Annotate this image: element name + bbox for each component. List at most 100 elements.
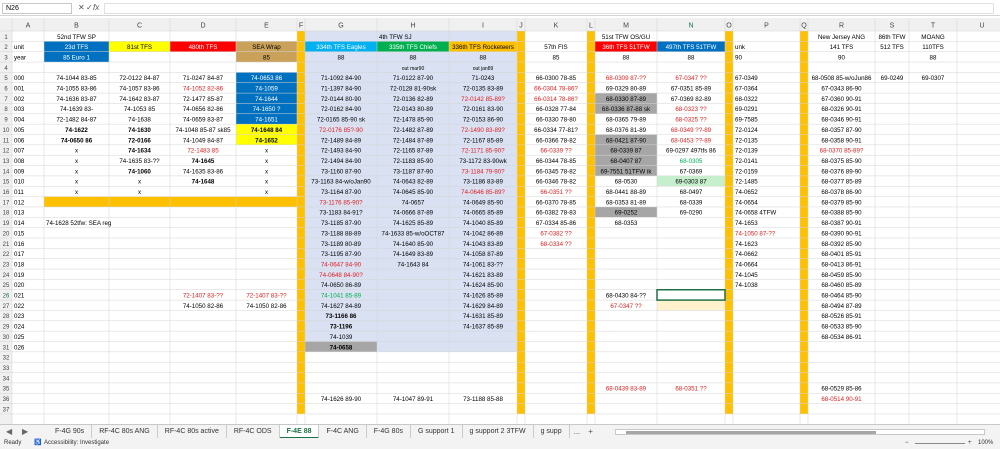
cell-I3[interactable]: 88	[480, 54, 487, 61]
cell-B1[interactable]: 52nd TFW SP	[57, 34, 96, 41]
cell-B10[interactable]: 74-1622	[65, 127, 88, 134]
cell-I27[interactable]: 74-1629 84-89	[463, 303, 504, 310]
cell-A24[interactable]: 019	[14, 272, 25, 279]
cell-A31[interactable]: 026	[14, 344, 25, 351]
cell-M8[interactable]: 68-0336 87-88 sk	[602, 106, 651, 113]
cell-A23[interactable]: 018	[14, 261, 25, 268]
cell-P19[interactable]: 74-1653	[735, 220, 758, 227]
cell-E5[interactable]: 74-0653 86	[251, 75, 283, 82]
cell-R12[interactable]: 68-0370 85-89?	[820, 148, 864, 155]
cell-A27[interactable]: 022	[14, 303, 25, 310]
cell-M5[interactable]: 68-0309 87-??	[606, 75, 647, 82]
cell-R3[interactable]: 90	[838, 54, 845, 61]
cell-N3[interactable]: 88	[688, 54, 695, 61]
cell-M10[interactable]: 68-0376 81-89	[606, 127, 647, 134]
cell-E12[interactable]: x	[265, 148, 269, 155]
cell-P20[interactable]: 74-1050 87-??	[735, 230, 776, 237]
cell-P5[interactable]: 67-0349	[735, 75, 758, 82]
cell-H16[interactable]: 74-0645 85-90	[393, 189, 434, 196]
cell-H18[interactable]: 74-0666 87-89	[393, 210, 434, 217]
cell-C8[interactable]: 74-1053 85	[124, 106, 156, 113]
cell-P10[interactable]: 72-0124	[735, 127, 758, 134]
cell-I8[interactable]: 72-0161 83-90	[463, 106, 504, 113]
cell-R29[interactable]: 68-0533 85-90	[821, 324, 862, 331]
cell-B11[interactable]: 74-0650 86	[61, 137, 93, 144]
cell-I7[interactable]: 72-0142 85-89?	[461, 96, 505, 103]
cell-K11[interactable]: 66-0366 78-82	[536, 137, 577, 144]
cell-D13[interactable]: 74-1645	[192, 158, 215, 165]
cell-G9[interactable]: 72-0165 85-90 sk	[317, 117, 366, 124]
cell-H15[interactable]: 74-0643 82-89	[393, 179, 434, 186]
cell-B6[interactable]: 74-1055 83-86	[56, 86, 97, 93]
cell-B3[interactable]: 85 Euro 1	[63, 54, 90, 61]
cell-K12[interactable]: 66-0339 ??	[540, 148, 572, 155]
cell-G28[interactable]: 73-1166 86	[326, 313, 358, 320]
cell-R23[interactable]: 68-0413 86-91	[821, 261, 862, 268]
cell-I22[interactable]: 74-1058 87-89	[463, 251, 504, 258]
cell-P9[interactable]: 69-7585	[735, 117, 758, 124]
cell-E27[interactable]: 74-1050 82-86	[246, 303, 287, 310]
cell-K5[interactable]: 66-0300 78-85	[536, 75, 577, 82]
sheet-tab-rf-4c-ods[interactable]: RF-4C ODS	[227, 425, 280, 439]
cell-K6[interactable]: 66-0304 78-86?	[534, 86, 578, 93]
sheet-tab-g-support-1[interactable]: G support 1	[411, 425, 463, 439]
cell-G15[interactable]: 73-1163 84-w/oJan90	[311, 179, 371, 186]
cell-P16[interactable]: 74-0652	[735, 189, 758, 196]
cell-B12[interactable]: x	[75, 148, 79, 155]
cell-G30[interactable]: 74-1039	[330, 334, 353, 341]
cell-K15[interactable]: 66-0346 78-82	[536, 179, 577, 186]
cell-A28[interactable]: 023	[14, 313, 25, 320]
cell-R20[interactable]: 68-0390 90-91	[821, 230, 862, 237]
cell-P2[interactable]: unk	[735, 44, 746, 51]
cell-C14[interactable]: 74-1060	[128, 168, 151, 175]
cell-A22[interactable]: 017	[14, 251, 25, 258]
cell-K3[interactable]: 85	[553, 54, 560, 61]
add-sheet-button[interactable]: +	[584, 425, 597, 439]
cell-C6[interactable]: 74-1057 83-86	[119, 86, 160, 93]
cell-G27[interactable]: 74-1627 84-89	[321, 303, 362, 310]
cell-B15[interactable]: x	[75, 179, 79, 186]
cell-R8[interactable]: 68-0326 90-91	[821, 106, 862, 113]
cell-E26[interactable]: 72-1407 83-??	[246, 293, 287, 300]
cell-T1[interactable]: MOANG	[921, 34, 945, 41]
cell-D10[interactable]: 74-1048 85-87 sk85	[175, 127, 231, 134]
cell-M35[interactable]: 68-0439 83-89	[606, 386, 647, 393]
cell-N11[interactable]: 68-0453 ??-89	[671, 137, 712, 144]
cell-G18[interactable]: 73-1183 84-91?	[319, 210, 363, 217]
cell-N35[interactable]: 68-0351 ??	[675, 386, 707, 393]
cell-D2[interactable]: 480th TFS	[189, 44, 218, 51]
cell-D6[interactable]: 74-1052 82-86	[183, 86, 224, 93]
cell-N10[interactable]: 68-0349 ??-89	[671, 127, 712, 134]
cell-M2[interactable]: 36th TFS 51TFW	[602, 44, 649, 51]
cell-E7[interactable]: 74-1644	[255, 96, 278, 103]
cell-K19[interactable]: 67-0334 85-86	[536, 220, 577, 227]
cell-M3[interactable]: 88	[623, 54, 630, 61]
cell-G7[interactable]: 72-0144 80-90	[321, 96, 362, 103]
cell-H10[interactable]: 72-1482 87-89	[393, 127, 434, 134]
cell-B2[interactable]: 23d TFS	[65, 44, 89, 51]
cell-M18[interactable]: 69-0252	[615, 210, 638, 217]
cell-I18[interactable]: 74-0665 85-89	[463, 210, 504, 217]
cell-I13[interactable]: 73-1172 83-90wk	[459, 158, 507, 165]
cell-P12[interactable]: 72-0139	[735, 148, 758, 155]
cell-H19[interactable]: 74-1625 85-89	[393, 220, 434, 227]
cell-G11[interactable]: 72-1489 84-89	[321, 137, 362, 144]
cell-R6[interactable]: 67-0343 86-90	[821, 86, 862, 93]
cell-H9[interactable]: 72-1478 85-90	[393, 117, 434, 124]
cell-G3[interactable]: 88	[338, 54, 345, 61]
spreadsheet-grid[interactable]: A B C D E F G H I J K L M N O P Q R S T U1234567891011121314…	[0, 18, 1000, 424]
cell-A14[interactable]: 009	[14, 168, 25, 175]
cell-C5[interactable]: 72-0122 84-87	[119, 75, 160, 82]
cell-H20[interactable]: 74-1633 85-w/oOCT87	[382, 230, 446, 237]
cell-N15[interactable]: 69-0303 87	[675, 179, 707, 186]
cell-I6[interactable]: 72-0135 83-89	[463, 86, 504, 93]
cell-B16[interactable]: x	[75, 189, 79, 196]
cell-H1[interactable]: 4th TFW SJ	[379, 34, 412, 41]
cell-H22[interactable]: 74-1649 83-89	[393, 251, 434, 258]
cell-P11[interactable]: 72-0135	[735, 137, 758, 144]
cell-P7[interactable]: 68-0322	[735, 96, 758, 103]
cell-H11[interactable]: 72-1484 87-89	[393, 137, 434, 144]
cell-R36[interactable]: 68-0514 90-91	[821, 396, 862, 403]
cell-G5[interactable]: 71-1092 84-90	[321, 75, 362, 82]
cell-H4[interactable]: out mar90	[402, 66, 425, 72]
